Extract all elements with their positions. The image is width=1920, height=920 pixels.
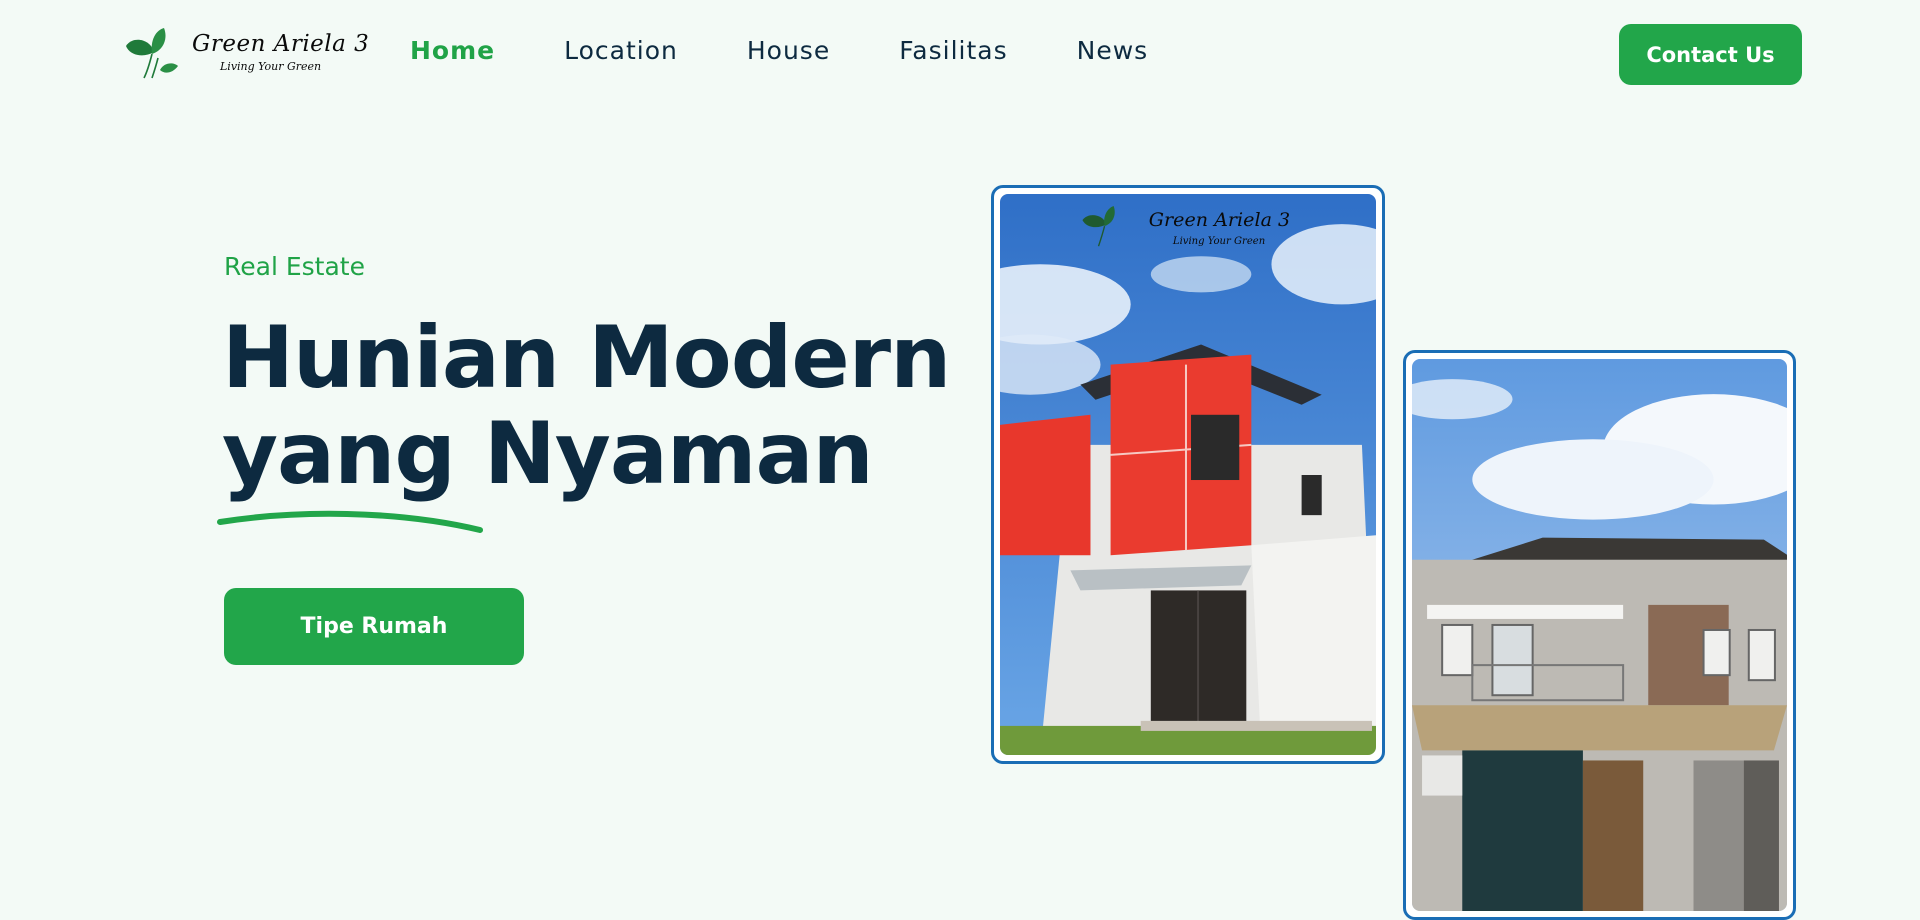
house-image-card-2 xyxy=(1403,350,1796,920)
nav-news[interactable]: News xyxy=(1077,36,1149,65)
tipe-rumah-button[interactable]: Tipe Rumah xyxy=(224,588,524,665)
title-underline xyxy=(217,510,483,533)
nav-house[interactable]: House xyxy=(747,36,830,65)
hero-title-line-2: yang Nyaman xyxy=(222,404,874,504)
nav-fasilitas[interactable]: Fasilitas xyxy=(899,36,1007,65)
house-photo-2 xyxy=(1412,359,1787,911)
logo-tagline: Living Your Green xyxy=(220,60,322,73)
house-image-card-1: Green Ariela 3 Living Your Green xyxy=(991,185,1385,764)
hero-title-line-1: Hunian Modern xyxy=(222,308,951,408)
contact-us-button[interactable]: Contact Us xyxy=(1619,24,1802,85)
main-nav: Home Location House Fasilitas News xyxy=(410,36,1217,65)
hero-title: Hunian Modern yang Nyaman xyxy=(222,308,951,504)
nav-location[interactable]: Location xyxy=(564,36,678,65)
logo-name: Green Ariela 3 xyxy=(192,31,370,57)
nav-home[interactable]: Home xyxy=(410,36,495,65)
leaf-icon xyxy=(126,28,178,79)
house-photo-1: Green Ariela 3 Living Your Green xyxy=(1000,194,1376,755)
site-logo[interactable]: Green Ariela 3 Living Your Green xyxy=(122,26,369,80)
hero-eyebrow: Real Estate xyxy=(224,252,365,281)
watermark-logo-tagline: Living Your Green xyxy=(1172,236,1265,247)
watermark-logo-name: Green Ariela 3 xyxy=(1149,209,1290,231)
